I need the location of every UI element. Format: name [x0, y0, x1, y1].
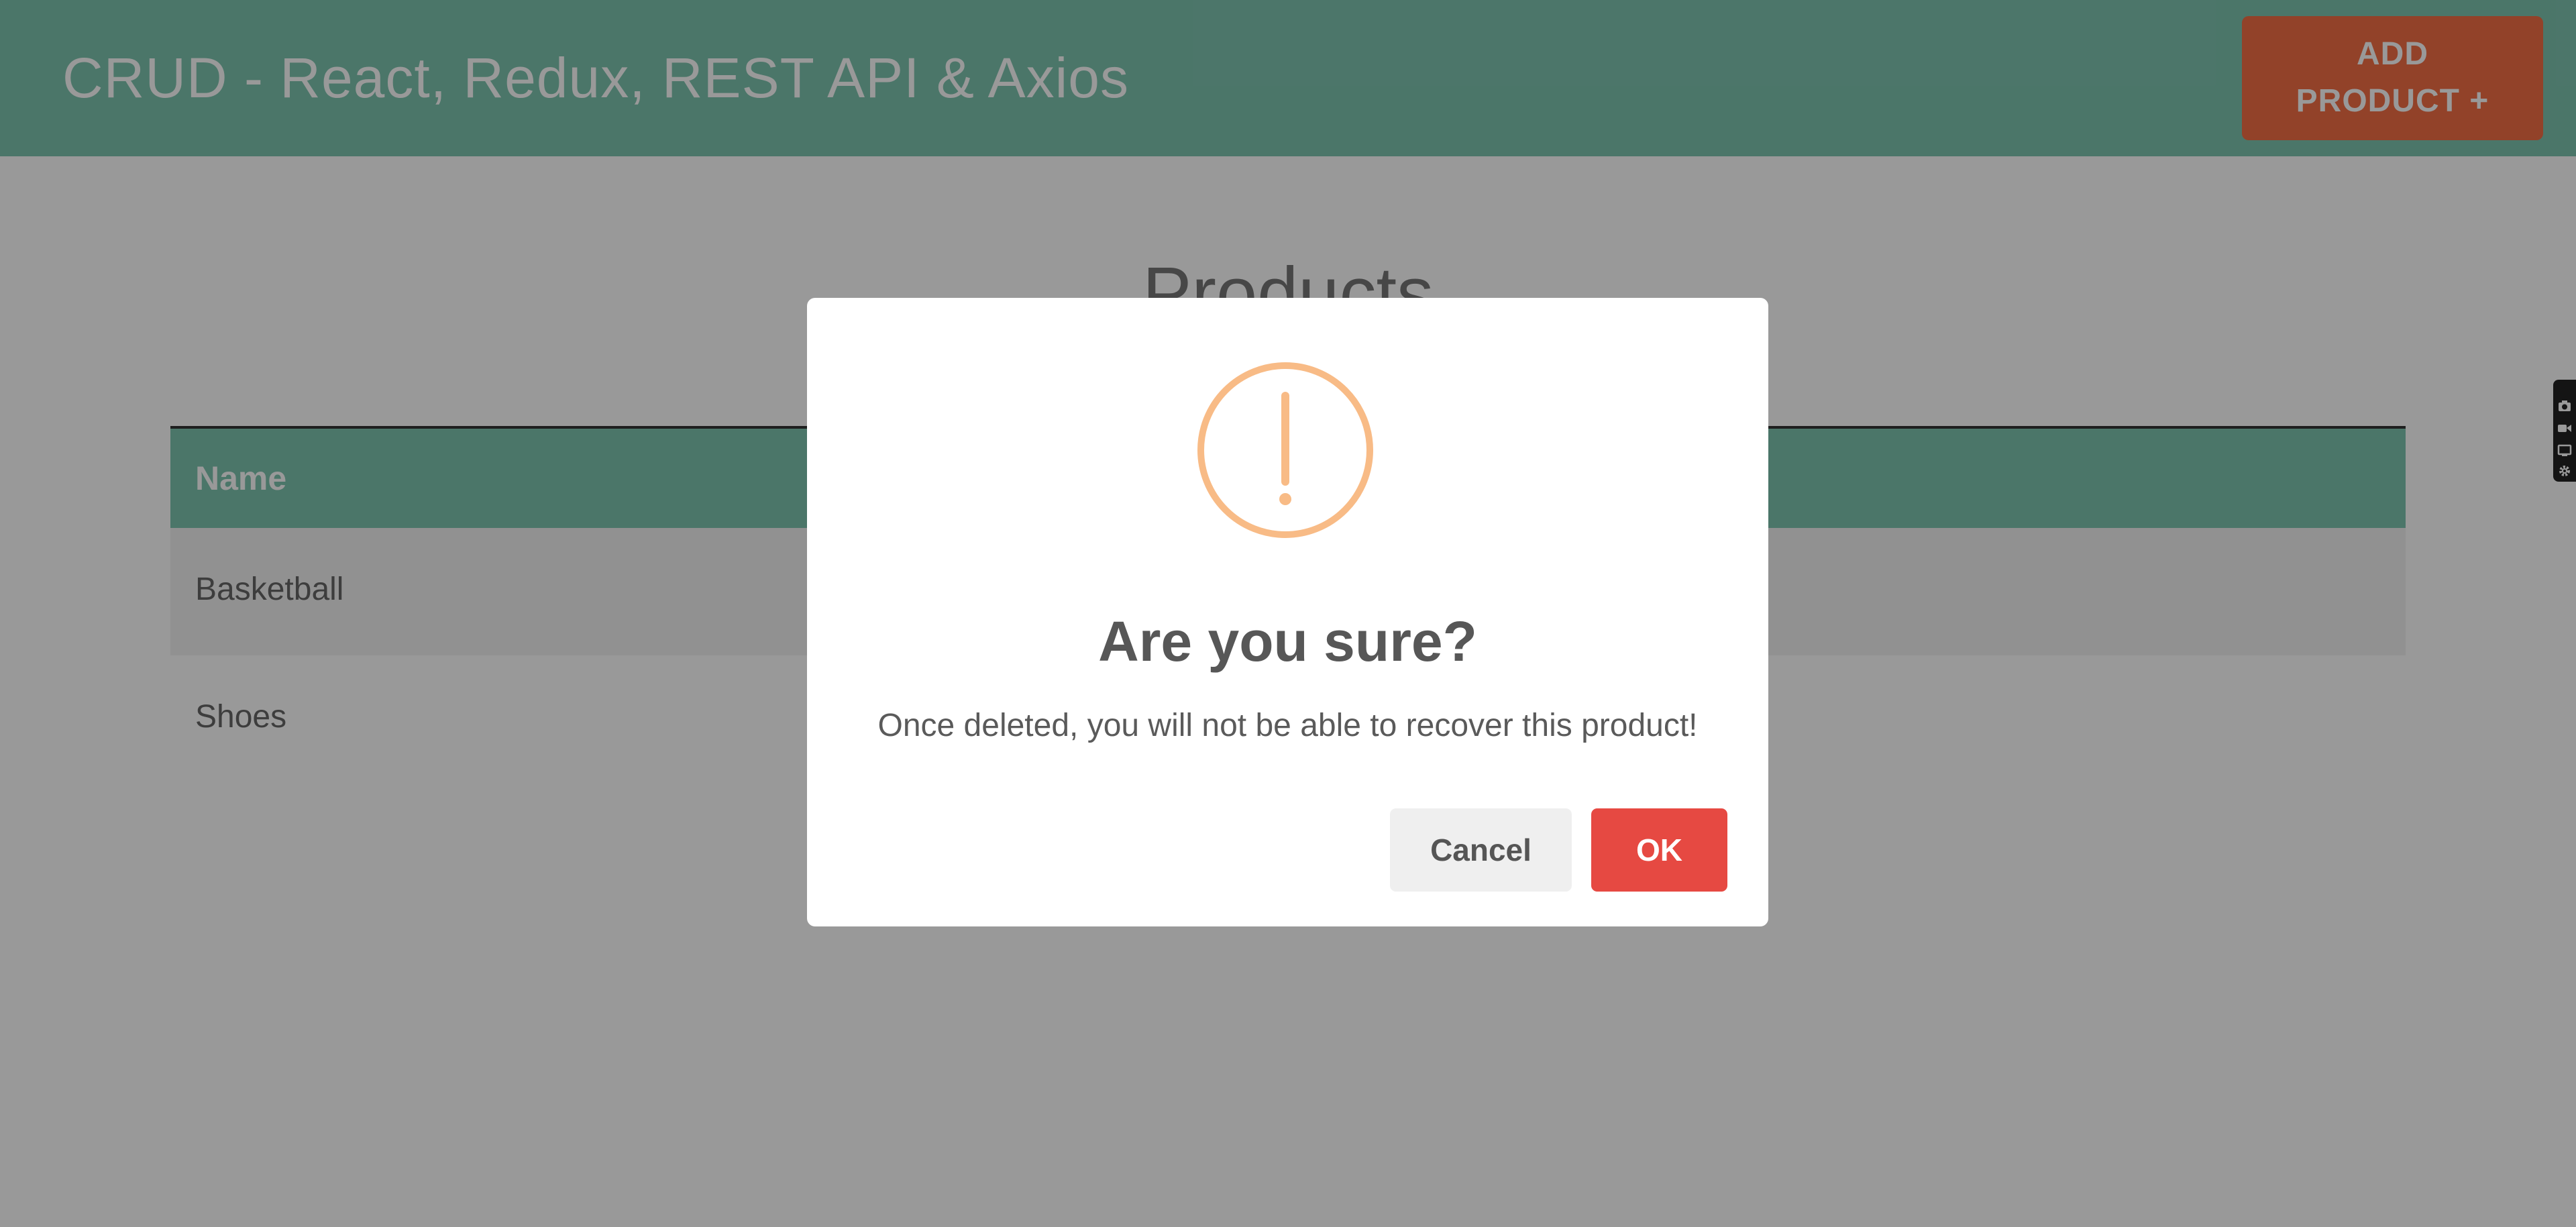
warning-exclamation-icon: [1197, 362, 1373, 538]
confirm-dialog: Are you sure? Once deleted, you will not…: [807, 298, 1768, 926]
dialog-message: Once deleted, you will not be able to re…: [877, 708, 1698, 743]
cancel-button[interactable]: Cancel: [1390, 808, 1572, 892]
ok-button[interactable]: OK: [1591, 808, 1727, 892]
dialog-title: Are you sure?: [1098, 610, 1477, 673]
